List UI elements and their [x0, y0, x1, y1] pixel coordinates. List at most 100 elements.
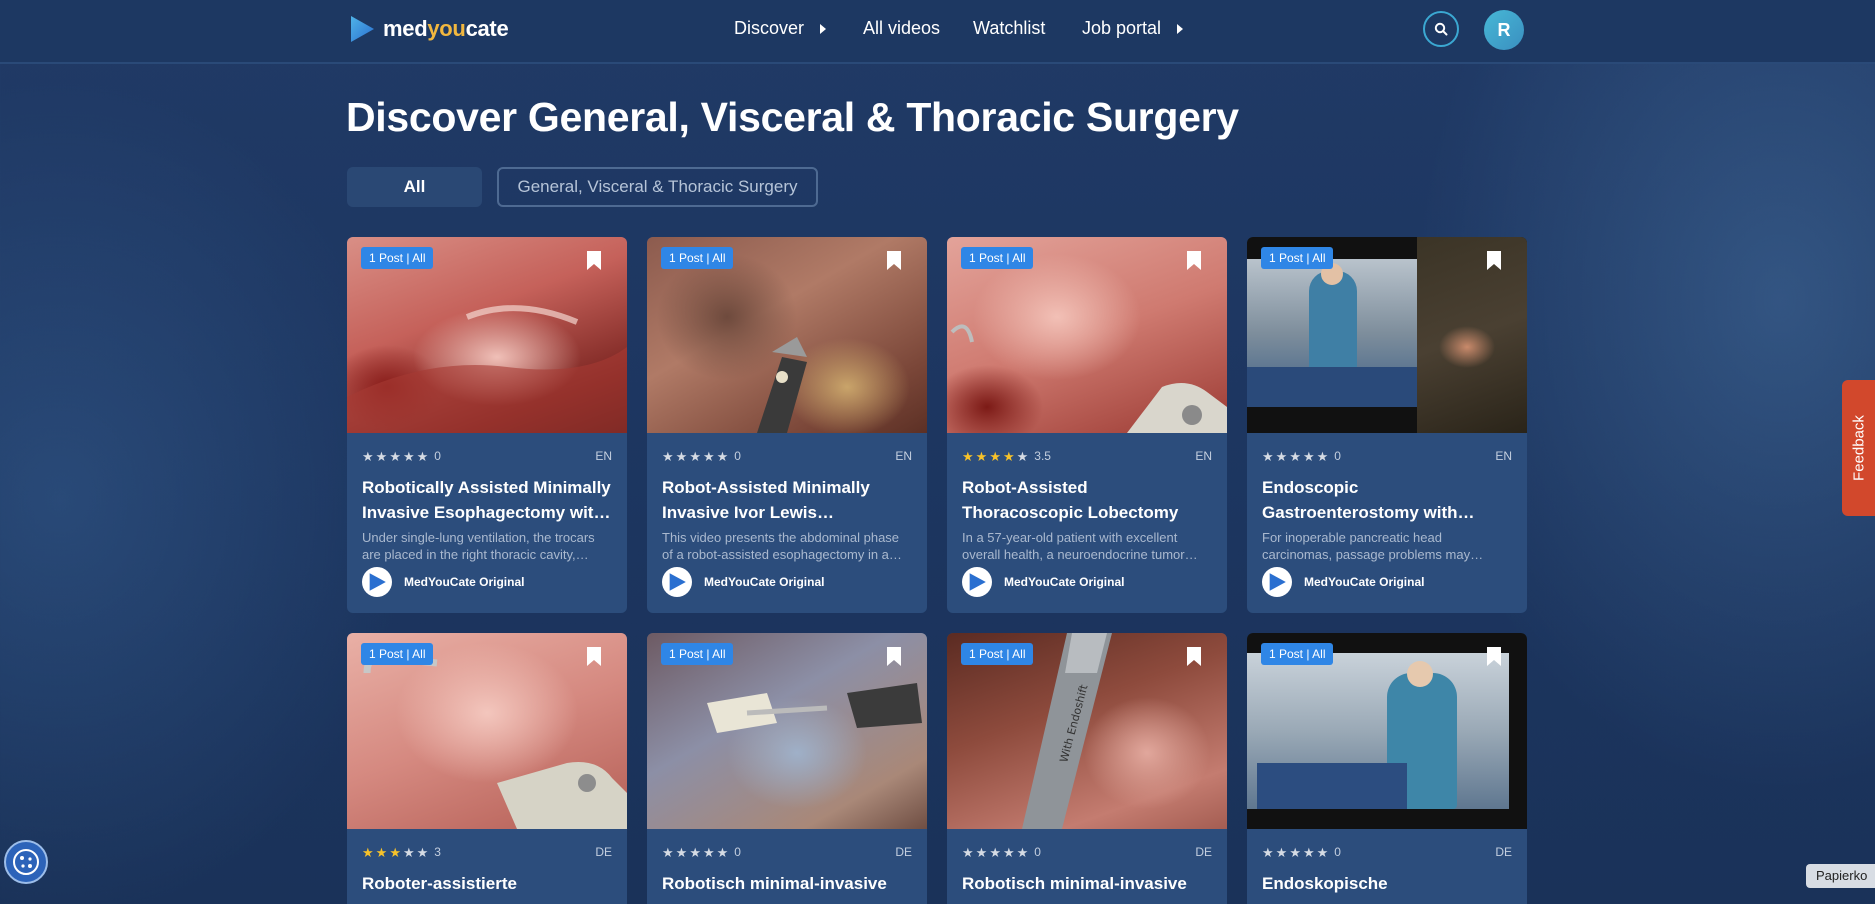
video-card[interactable]: 1 Post | All ★ ★ ★ ★ ★ 0 EN Robot-Assisted M…: [647, 237, 927, 613]
video-thumbnail[interactable]: 1 Post | All: [347, 237, 627, 433]
star-icon: ★: [702, 844, 715, 860]
star-icon: ★: [716, 448, 729, 464]
card-meta: ★ ★ ★ ★ ★ 3.5 EN: [962, 448, 1212, 464]
filter-category-button[interactable]: General, Visceral & Thoracic Surgery: [497, 167, 818, 207]
star-icon: ★: [362, 448, 374, 464]
search-button[interactable]: [1423, 11, 1459, 47]
card-meta: ★ ★ ★ ★ ★ 0 DE: [662, 844, 912, 860]
video-card[interactable]: With Endoshift 1 Post | All ★ ★ ★ ★ ★ 0 DE R…: [947, 633, 1227, 904]
star-icon: ★: [689, 448, 701, 464]
video-thumbnail[interactable]: 1 Post | All: [1247, 633, 1527, 829]
brand-logo[interactable]: medyoucate: [347, 14, 509, 44]
card-author[interactable]: MedYouCate Original: [1262, 567, 1424, 597]
bookmark-icon[interactable]: [887, 251, 901, 270]
feedback-tab[interactable]: Feedback: [1842, 380, 1875, 516]
bookmark-icon[interactable]: [1487, 647, 1501, 666]
star-rating: ★ ★ ★ ★ ★: [1262, 450, 1328, 463]
star-icon: ★: [689, 844, 701, 860]
post-badge: 1 Post | All: [1261, 643, 1334, 665]
language-label: DE: [1195, 845, 1212, 859]
user-initial: R: [1497, 19, 1511, 40]
star-rating: ★ ★ ★ ★ ★: [362, 846, 428, 859]
author-logo-icon: [1262, 567, 1292, 597]
nav-discover[interactable]: Discover: [734, 18, 827, 39]
post-badge: 1 Post | All: [361, 247, 434, 269]
rating-value: 0: [1034, 845, 1041, 859]
language-label: DE: [595, 845, 612, 859]
card-title[interactable]: Robotically Assisted Minimally Invasive …: [362, 475, 612, 525]
video-card[interactable]: 1 Post | All ★ ★ ★ ★ ★ 0 EN Robotically Assi…: [347, 237, 627, 613]
rating-value: 0: [1334, 845, 1341, 859]
bookmark-icon[interactable]: [587, 251, 601, 270]
video-thumbnail[interactable]: 1 Post | All: [1247, 237, 1527, 433]
video-card[interactable]: 1 Post | All ★ ★ ★ ★ ★ 0 EN Endoscopic Gastr…: [1247, 237, 1527, 613]
video-card[interactable]: 1 Post | All ★ ★ ★ ★ ★ 0 DE Endoskopische: [1247, 633, 1527, 904]
card-title[interactable]: Robot-Assisted Thoracoscopic Lobectomy (…: [962, 475, 1212, 525]
video-thumbnail[interactable]: 1 Post | All: [347, 633, 627, 829]
post-badge: 1 Post | All: [961, 643, 1034, 665]
star-icon: ★: [416, 844, 429, 860]
post-badge: 1 Post | All: [961, 247, 1034, 269]
star-icon: ★: [1262, 448, 1274, 464]
author-logo-icon: [662, 567, 692, 597]
star-icon: ★: [1275, 844, 1288, 860]
bookmark-icon[interactable]: [587, 647, 601, 666]
feedback-label: Feedback: [1850, 415, 1867, 481]
rating-value: 0: [1334, 449, 1341, 463]
papierkorb-tooltip: Papierko: [1806, 864, 1875, 888]
star-icon: ★: [362, 844, 374, 860]
video-thumbnail[interactable]: With Endoshift 1 Post | All: [947, 633, 1227, 829]
star-icon: ★: [1275, 448, 1288, 464]
star-icon: ★: [1316, 844, 1329, 860]
play-logo-icon: [351, 16, 374, 42]
star-icon: ★: [375, 844, 388, 860]
nav-watchlist-label: Watchlist: [973, 18, 1046, 38]
page-title: Discover General, Visceral & Thoracic Su…: [346, 94, 1239, 140]
nav-all-videos[interactable]: All videos: [863, 18, 940, 39]
card-title[interactable]: Endoskopische: [1262, 871, 1512, 896]
rating-value: 0: [434, 449, 441, 463]
video-thumbnail[interactable]: 1 Post | All: [647, 633, 927, 829]
card-meta: ★ ★ ★ ★ ★ 3 DE: [362, 844, 612, 860]
bookmark-icon[interactable]: [1187, 647, 1201, 666]
video-card[interactable]: 1 Post | All ★ ★ ★ ★ ★ 3.5 EN Robot-Assisted…: [947, 237, 1227, 613]
brand-name: medyoucate: [383, 16, 509, 41]
rating-value: 3.5: [1034, 449, 1051, 463]
star-icon: ★: [1302, 448, 1315, 464]
card-title[interactable]: Robotisch minimal-invasive: [662, 871, 912, 896]
star-icon: ★: [402, 844, 415, 860]
star-icon: ★: [1002, 448, 1015, 464]
video-card[interactable]: 1 Post | All ★ ★ ★ ★ ★ 0 DE Robotisch minima…: [647, 633, 927, 904]
bookmark-icon[interactable]: [887, 647, 901, 666]
card-author[interactable]: MedYouCate Original: [662, 567, 824, 597]
cookie-settings-button[interactable]: [4, 840, 48, 884]
card-title[interactable]: Robot-Assisted Minimally Invasive Ivor L…: [662, 475, 912, 525]
bookmark-icon[interactable]: [1487, 251, 1501, 270]
card-meta: ★ ★ ★ ★ ★ 0 DE: [1262, 844, 1512, 860]
filter-all-button[interactable]: All: [347, 167, 482, 207]
star-icon: ★: [402, 448, 415, 464]
video-card[interactable]: 1 Post | All ★ ★ ★ ★ ★ 3 DE Roboter-assistie…: [347, 633, 627, 904]
card-author[interactable]: MedYouCate Original: [962, 567, 1124, 597]
card-title[interactable]: Roboter-assistierte: [362, 871, 612, 896]
card-description: This video presents the abdominal phase …: [662, 530, 902, 562]
post-badge: 1 Post | All: [1261, 247, 1334, 269]
nav-job-portal[interactable]: Job portal: [1082, 18, 1184, 39]
video-thumbnail[interactable]: 1 Post | All: [647, 237, 927, 433]
star-rating: ★ ★ ★ ★ ★: [962, 450, 1028, 463]
star-rating: ★ ★ ★ ★ ★: [662, 846, 728, 859]
author-logo-icon: [962, 567, 992, 597]
card-author[interactable]: MedYouCate Original: [362, 567, 524, 597]
nav-watchlist[interactable]: Watchlist: [973, 18, 1045, 39]
bookmark-icon[interactable]: [1187, 251, 1201, 270]
user-avatar[interactable]: R: [1484, 10, 1524, 50]
star-icon: ★: [989, 844, 1001, 860]
card-title[interactable]: Robotisch minimal-invasive: [962, 871, 1212, 896]
card-title[interactable]: Endoscopic Gastroenterostomy with…: [1262, 475, 1512, 525]
star-icon: ★: [389, 448, 401, 464]
star-icon: ★: [1289, 844, 1301, 860]
post-badge: 1 Post | All: [661, 643, 734, 665]
post-badge: 1 Post | All: [361, 643, 434, 665]
star-icon: ★: [675, 844, 688, 860]
video-thumbnail[interactable]: 1 Post | All: [947, 237, 1227, 433]
